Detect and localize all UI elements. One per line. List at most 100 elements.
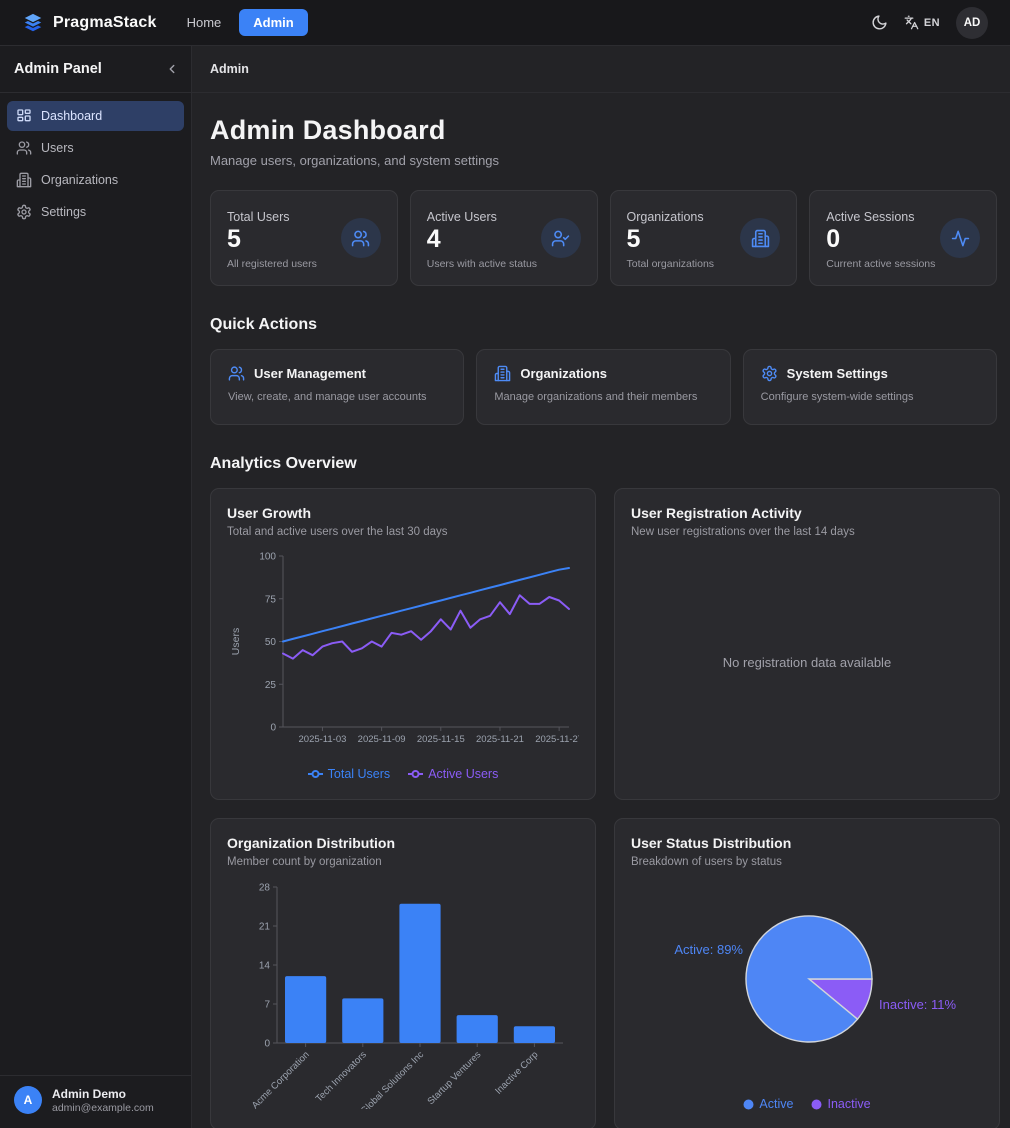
svg-text:2025-11-09: 2025-11-09	[358, 734, 406, 745]
breadcrumb[interactable]: Admin	[210, 62, 249, 76]
stat-value: 5	[627, 226, 715, 254]
stat-card-total-users: Total Users 5 All registered users	[210, 190, 398, 286]
gear-icon	[761, 365, 778, 382]
quick-action-system-settings[interactable]: System Settings Configure system-wide se…	[743, 349, 997, 425]
svg-text:100: 100	[259, 552, 276, 563]
nav-link-home[interactable]: Home	[183, 9, 226, 36]
chart-subtitle: Total and active users over the last 30 …	[227, 526, 579, 538]
language-switcher[interactable]: EN	[904, 15, 940, 30]
svg-text:2025-11-15: 2025-11-15	[417, 734, 465, 745]
svg-text:2025-11-21: 2025-11-21	[476, 734, 524, 745]
chart-legend: Total Users Active Users	[227, 763, 579, 787]
top-navbar: PragmaStack Home Admin	[0, 0, 1010, 46]
sidebar-item-label: Organizations	[41, 173, 118, 187]
line-legend-icon	[308, 767, 323, 781]
line-chart-user-growth: 02550751002025-11-032025-11-092025-11-15…	[227, 538, 579, 763]
sidebar-collapse-button[interactable]	[165, 62, 179, 76]
empty-state-message: No registration data available	[723, 655, 891, 670]
svg-text:75: 75	[265, 594, 277, 605]
users-icon	[228, 365, 245, 382]
sidebar-item-users[interactable]: Users	[7, 133, 184, 163]
building-icon	[16, 172, 32, 188]
languages-icon	[904, 15, 919, 30]
sidebar-title: Admin Panel	[14, 61, 102, 77]
svg-text:2025-11-27: 2025-11-27	[535, 734, 579, 745]
moon-icon	[871, 14, 888, 31]
svg-text:Active: 89%: Active: 89%	[674, 942, 743, 957]
svg-text:21: 21	[259, 921, 271, 932]
legend-label: Inactive	[827, 1097, 870, 1111]
chart-legend: Active Inactive	[631, 1093, 983, 1117]
sidebar-item-dashboard[interactable]: Dashboard	[7, 101, 184, 131]
quick-action-user-management[interactable]: User Management View, create, and manage…	[210, 349, 464, 425]
gear-icon	[16, 204, 32, 220]
sidebar-item-settings[interactable]: Settings	[7, 197, 184, 227]
dot-legend-icon	[743, 1099, 754, 1110]
legend-label: Active Users	[428, 767, 498, 781]
layers-logo-icon	[22, 12, 44, 34]
pie-chart-user-status: Active: 89%Inactive: 11%	[631, 868, 983, 1093]
page-subtitle: Manage users, organizations, and system …	[210, 153, 997, 168]
brand-name: PragmaStack	[53, 14, 157, 32]
charts-grid: User Growth Total and active users over …	[210, 488, 997, 1128]
quick-action-organizations[interactable]: Organizations Manage organizations and t…	[476, 349, 730, 425]
svg-text:Global Solutions Inc: Global Solutions Inc	[359, 1049, 427, 1109]
svg-text:14: 14	[259, 960, 271, 971]
chevron-left-icon	[165, 62, 179, 76]
sidebar-user-name: Admin Demo	[52, 1086, 154, 1102]
svg-text:Inactive Corp: Inactive Corp	[493, 1049, 540, 1096]
sidebar-item-organizations[interactable]: Organizations	[7, 165, 184, 195]
theme-toggle-button[interactable]	[871, 14, 888, 31]
users-icon	[16, 140, 32, 156]
svg-text:50: 50	[265, 637, 277, 648]
sidebar-item-label: Dashboard	[41, 109, 102, 123]
chart-card-user-growth: User Growth Total and active users over …	[210, 488, 596, 800]
language-label: EN	[924, 17, 940, 29]
chart-title: User Growth	[227, 505, 579, 521]
sidebar-nav: Dashboard Users	[0, 93, 191, 235]
stat-description: Total organizations	[627, 258, 715, 270]
sidebar-user-card[interactable]: A Admin Demo admin@example.com	[0, 1075, 191, 1128]
bar-chart-org-distribution: 07142128Acme CorporationTech InnovatorsG…	[227, 868, 579, 1117]
stat-description: Users with active status	[427, 258, 537, 270]
breadcrumb-bar: Admin	[192, 46, 1010, 93]
stat-description: All registered users	[227, 258, 317, 270]
sidebar-item-label: Users	[41, 141, 74, 155]
analytics-heading: Analytics Overview	[210, 455, 997, 473]
stat-value: 5	[227, 226, 317, 254]
page-title: Admin Dashboard	[210, 115, 997, 146]
legend-item-active[interactable]: Active	[743, 1097, 793, 1111]
building-icon	[740, 218, 780, 258]
nav-link-admin[interactable]: Admin	[239, 9, 307, 36]
stat-card-organizations: Organizations 5 Total organizations	[610, 190, 798, 286]
sidebar-user-email: admin@example.com	[52, 1102, 154, 1114]
legend-item-total-users[interactable]: Total Users	[308, 767, 391, 781]
legend-item-inactive[interactable]: Inactive	[811, 1097, 870, 1111]
quick-actions-heading: Quick Actions	[210, 316, 997, 334]
admin-sidebar: Admin Panel Dashboard	[0, 46, 192, 1128]
svg-text:0: 0	[270, 723, 276, 734]
legend-label: Active	[759, 1097, 793, 1111]
stat-card-active-users: Active Users 4 Users with active status	[410, 190, 598, 286]
chart-card-user-status: User Status Distribution Breakdown of us…	[614, 818, 1000, 1128]
quick-action-description: Configure system-wide settings	[761, 391, 979, 403]
chart-card-org-distribution: Organization Distribution Member count b…	[210, 818, 596, 1128]
stat-value: 4	[427, 226, 537, 254]
svg-text:Acme Corporation: Acme Corporation	[250, 1049, 312, 1109]
chart-subtitle: New user registrations over the last 14 …	[631, 526, 983, 538]
svg-text:Tech Innovators: Tech Innovators	[314, 1049, 369, 1104]
brand[interactable]: PragmaStack	[22, 12, 157, 34]
quick-actions-grid: User Management View, create, and manage…	[210, 349, 997, 425]
chart-title: User Status Distribution	[631, 835, 983, 851]
legend-item-active-users[interactable]: Active Users	[408, 767, 498, 781]
svg-text:2025-11-03: 2025-11-03	[299, 734, 347, 745]
page-content: Admin Dashboard Manage users, organizati…	[192, 93, 1010, 1128]
stat-label: Active Users	[427, 210, 537, 224]
stats-grid: Total Users 5 All registered users	[210, 190, 997, 286]
svg-text:7: 7	[264, 999, 270, 1010]
chart-title: Organization Distribution	[227, 835, 579, 851]
user-avatar[interactable]: AD	[956, 7, 988, 39]
user-check-icon	[541, 218, 581, 258]
quick-action-description: Manage organizations and their members	[494, 391, 712, 403]
quick-action-title: Organizations	[520, 366, 607, 381]
